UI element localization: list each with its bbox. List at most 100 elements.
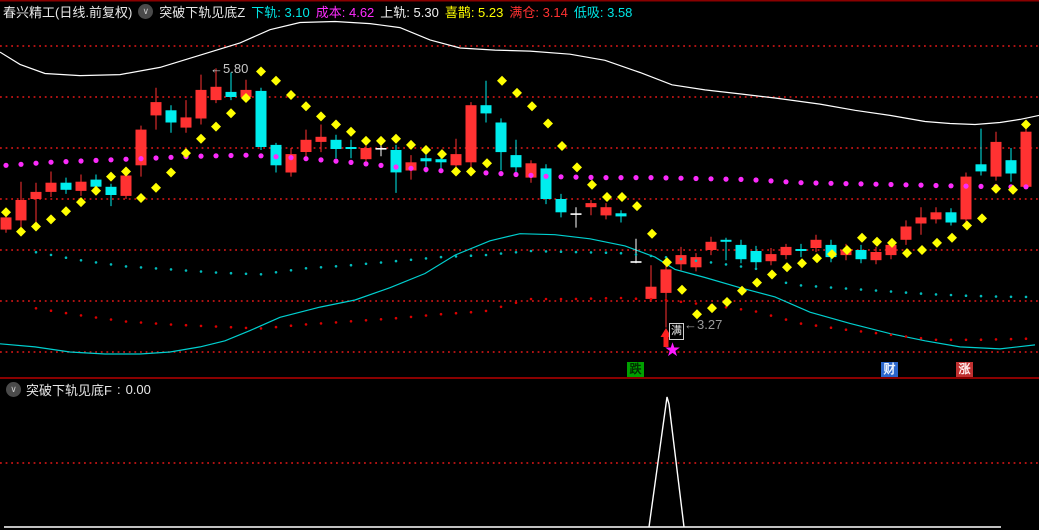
low-absorb-dot	[64, 256, 68, 260]
candle-body	[1005, 160, 1017, 174]
candle-body	[195, 89, 207, 119]
signal-chip-die: 跌	[627, 362, 644, 377]
candle-body	[690, 257, 702, 268]
low-absorb-dot	[829, 286, 833, 289]
magpie-diamond	[752, 277, 762, 288]
magpie-diamond	[872, 236, 882, 247]
candle-body	[960, 176, 972, 220]
signal-spike	[648, 396, 685, 528]
candle-body	[360, 148, 372, 160]
cost-dot	[948, 183, 954, 189]
cost-dot	[858, 181, 864, 187]
candle-body	[375, 148, 387, 150]
cost-dot	[813, 180, 819, 186]
candle-body	[120, 175, 132, 196]
low-absorb-dot	[334, 265, 338, 268]
low-absorb-dot	[214, 271, 218, 274]
low-absorb-dot	[634, 253, 638, 256]
candle-body	[1020, 131, 1032, 187]
low-absorb-dot	[514, 251, 518, 254]
magpie-diamond	[181, 148, 191, 159]
main-chart-canvas[interactable]	[0, 0, 1039, 530]
full-position-dot	[244, 326, 248, 330]
low-absorb-dot	[304, 267, 308, 270]
full-position-dot	[979, 338, 983, 342]
cost-dot	[873, 181, 879, 187]
candle-body	[780, 246, 792, 256]
cost-dot	[648, 175, 654, 181]
header-field-magpie: 喜鹊: 5.23	[444, 4, 504, 20]
collapse-chevron-icon[interactable]: ∨	[6, 382, 21, 397]
magpie-diamond	[437, 149, 447, 160]
collapse-chevron-icon[interactable]: ∨	[138, 3, 154, 19]
full-position-dot	[109, 318, 113, 321]
full-position-dot	[994, 338, 998, 341]
magpie-diamond	[707, 303, 717, 314]
cost-dot	[288, 155, 294, 161]
full-position-dot	[334, 321, 338, 324]
magpie-diamond	[527, 101, 537, 112]
low-absorb-dot	[814, 285, 818, 288]
magpie-diamond	[31, 221, 41, 232]
magpie-diamond	[572, 162, 582, 173]
candle-body	[570, 213, 582, 215]
magpie-diamond	[512, 87, 522, 98]
candle-body	[795, 249, 807, 251]
candle-body	[255, 90, 267, 147]
candle-body	[900, 226, 912, 240]
candle-body	[870, 252, 882, 261]
low-absorb-dot	[859, 288, 863, 291]
low-absorb-dot	[199, 270, 203, 273]
low-absorb-dot	[469, 254, 473, 257]
cost-dot	[618, 175, 624, 181]
candle-body	[555, 199, 567, 213]
full-position-dot	[874, 331, 878, 335]
cost-dot	[903, 182, 909, 188]
magpie-diamond	[797, 258, 807, 269]
full-position-dot	[784, 318, 788, 321]
cost-dot	[888, 181, 894, 188]
header-field-full-position: 满仓: 3.14	[509, 4, 568, 20]
low-absorb-dot	[229, 271, 233, 275]
low-absorb-dot	[154, 267, 158, 270]
low-absorb-dot	[889, 290, 893, 293]
header-field-low-absorb: 低吸: 3.58	[573, 4, 633, 20]
full-position-dot	[934, 338, 938, 342]
cost-dot	[498, 171, 504, 177]
candle-body	[810, 239, 822, 248]
candle-body	[315, 136, 327, 142]
candle-body	[165, 110, 177, 123]
low-absorb-dot	[979, 294, 983, 298]
cost-dot	[1023, 184, 1029, 190]
signal-chip-zhang: 涨	[956, 362, 973, 377]
low-absorb-dot	[244, 272, 248, 276]
cost-dot	[918, 182, 924, 188]
low-absorb-dot	[1009, 295, 1013, 299]
low-absorb-dot	[289, 269, 293, 272]
low-absorb-dot	[694, 259, 698, 263]
low-absorb-dot	[739, 265, 743, 268]
lower-band-line	[0, 233, 1036, 355]
sub-indicator-separator: :	[116, 382, 121, 397]
magpie-diamond	[271, 75, 281, 86]
cost-dot	[708, 176, 714, 182]
low-absorb-dot	[319, 266, 323, 269]
magpie-diamond	[677, 284, 687, 295]
candle-body	[150, 102, 162, 116]
cost-dot	[933, 182, 939, 189]
candle-body	[720, 239, 732, 242]
magpie-diamond	[917, 245, 927, 255]
candle-body	[585, 203, 597, 208]
cost-dot	[333, 158, 339, 164]
low-absorb-dot	[394, 259, 398, 263]
candle-body	[45, 182, 57, 192]
full-position-dot	[124, 320, 128, 323]
full-position-dot	[319, 322, 323, 325]
magpie-diamond	[543, 118, 553, 129]
candle-body	[435, 159, 447, 163]
full-position-dot	[379, 318, 383, 321]
low-absorb-dot	[454, 255, 458, 258]
full-position-dot	[679, 300, 683, 304]
magpie-diamond	[587, 179, 597, 190]
low-absorb-dot	[499, 252, 503, 255]
